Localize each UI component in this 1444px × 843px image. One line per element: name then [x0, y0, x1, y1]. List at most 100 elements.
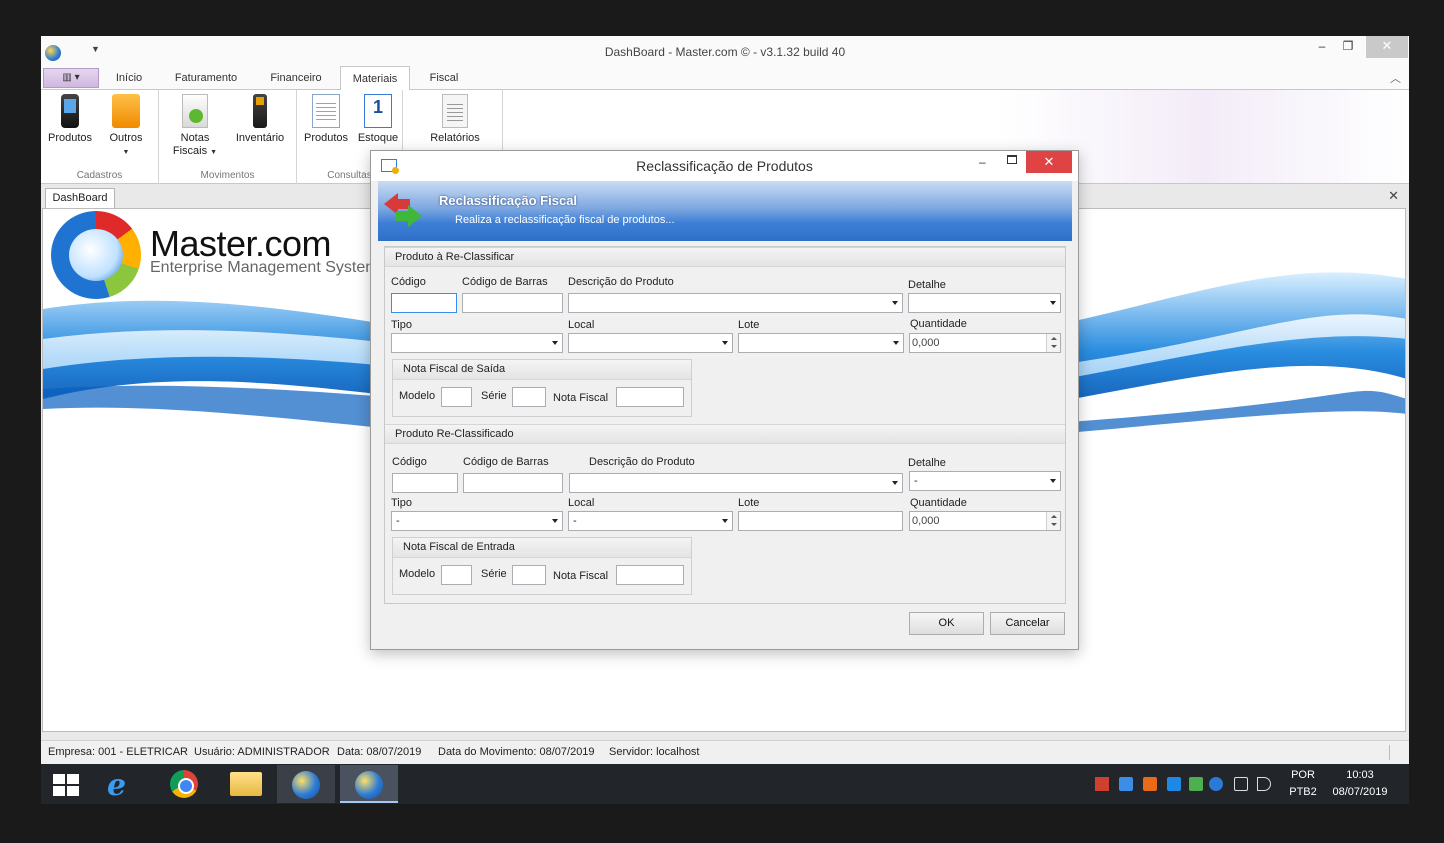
minimize-button[interactable]: – — [1311, 36, 1333, 58]
windows-start-icon[interactable] — [53, 774, 79, 796]
produtos-cadastro-button[interactable]: Produtos — [46, 94, 94, 145]
relatorios-label: Relatórios — [430, 132, 480, 144]
master-logo-icon — [51, 211, 141, 299]
volume-icon[interactable] — [1257, 777, 1271, 791]
nota-fiscal-saida-input[interactable] — [616, 387, 684, 407]
produtos-consulta-button[interactable]: Produtos — [301, 94, 351, 145]
tab-faturamento[interactable]: Faturamento — [165, 66, 247, 90]
spreadsheet-icon — [312, 94, 340, 128]
inventario-button[interactable]: Inventário — [231, 94, 289, 145]
nf-saida-group: Nota Fiscal de Saída Modelo Série Nota F… — [392, 359, 692, 417]
descricao-dropdown-2[interactable] — [569, 473, 903, 493]
chevron-down-icon — [722, 519, 728, 523]
status-bar: Empresa: 001 - ELETRICAR Usuário: ADMINI… — [41, 740, 1409, 764]
codigo-input-2[interactable] — [392, 473, 458, 493]
serie-saida-input[interactable] — [512, 387, 546, 407]
codigo-barras-input[interactable] — [462, 293, 563, 313]
dialog-banner: Reclassificação Fiscal Realiza a reclass… — [378, 181, 1072, 241]
label-nota-fiscal-2: Nota Fiscal — [553, 570, 609, 582]
quantidade-spinner[interactable]: 0,000 — [909, 333, 1061, 353]
collapse-ribbon-icon[interactable]: ︿ — [1390, 70, 1401, 86]
language-code: POR — [1291, 769, 1315, 781]
label-serie-2: Série — [481, 568, 507, 580]
teamviewer-icon[interactable] — [1167, 777, 1181, 791]
dialog-minimize-button[interactable]: – — [979, 155, 986, 169]
cadastros-group-label: Cadastros — [76, 170, 123, 181]
local-value-2: - — [573, 515, 577, 527]
clock[interactable]: 10:03 08/07/2019 — [1325, 767, 1395, 801]
quantidade-spinner-2[interactable]: 0,000 — [909, 511, 1061, 531]
network-monitor-icon[interactable] — [1119, 777, 1133, 791]
estoque-button[interactable]: Estoque — [355, 94, 401, 145]
relatorios-button[interactable]: Relatórios — [425, 94, 485, 145]
network-icon[interactable] — [1234, 777, 1248, 791]
status-empresa: Empresa: 001 - ELETRICAR — [48, 746, 188, 758]
tab-financeiro[interactable]: Financeiro — [259, 66, 333, 90]
codigo-barras-input-2[interactable] — [463, 473, 563, 493]
local-dropdown[interactable] — [568, 333, 733, 353]
inventario-label: Inventário — [235, 132, 285, 144]
dialog-title-bar: Reclassificação de Produtos – ✕ — [371, 151, 1078, 181]
modelo-saida-input[interactable] — [441, 387, 472, 407]
tipo-dropdown[interactable] — [391, 333, 563, 353]
label-lote: Lote — [738, 319, 760, 331]
close-document-icon[interactable]: ✕ — [1388, 188, 1399, 204]
modelo-entrada-input[interactable] — [441, 565, 472, 585]
label-codigo: Código — [391, 276, 426, 288]
close-button[interactable]: ✕ — [1366, 36, 1408, 58]
nf-entrada-title: Nota Fiscal de Entrada — [393, 538, 691, 558]
speaker-alert-icon[interactable] — [1095, 777, 1109, 791]
chevron-down-icon — [552, 341, 558, 345]
lote-dropdown[interactable] — [738, 333, 904, 353]
descricao-dropdown[interactable] — [568, 293, 903, 313]
internet-explorer-icon[interactable]: e — [107, 768, 126, 803]
outros-button[interactable]: Outros ▼ — [103, 94, 149, 159]
chevron-down-icon — [892, 481, 898, 485]
ok-button[interactable]: OK — [909, 612, 984, 635]
maximize-button[interactable]: ❐ — [1337, 36, 1359, 58]
produtos-consulta-label: Produtos — [303, 132, 349, 144]
filezilla-icon[interactable] — [1143, 777, 1157, 791]
banner-title: Reclassificação Fiscal — [439, 193, 578, 208]
language-indicator[interactable]: POR PTB2 — [1281, 767, 1325, 801]
spinner-arrows-icon[interactable] — [1046, 512, 1060, 530]
label-codigo-barras: Código de Barras — [462, 276, 548, 288]
lote-input-2[interactable] — [738, 511, 903, 531]
tipo-value-2: - — [396, 515, 400, 527]
dialog-close-button[interactable]: ✕ — [1026, 151, 1072, 173]
clock-time: 10:03 — [1346, 769, 1374, 781]
label-lote-2: Lote — [738, 497, 760, 509]
detalhe-dropdown-2[interactable]: - — [909, 471, 1061, 491]
status-usuario: Usuário: ADMINISTRADOR — [194, 746, 330, 758]
display-icon[interactable] — [1189, 777, 1203, 791]
cancel-button[interactable]: Cancelar — [990, 612, 1065, 635]
detalhe-dropdown[interactable] — [908, 293, 1061, 313]
tab-materiais[interactable]: Materiais — [340, 66, 410, 91]
ribbon-tab-bar: ▥ ▾ Início Faturamento Financeiro Materi… — [41, 66, 1409, 91]
nota-fiscal-entrada-input[interactable] — [616, 565, 684, 585]
serie-entrada-input[interactable] — [512, 565, 546, 585]
nf-entrada-group: Nota Fiscal de Entrada Modelo Série Nota… — [392, 537, 692, 595]
mobile-device-icon — [61, 94, 79, 128]
taskbar-app-1[interactable] — [277, 765, 335, 803]
taskbar: e POR PTB2 10:03 08/07/2019 — [41, 764, 1409, 804]
codigo-input[interactable] — [391, 293, 457, 313]
tipo-dropdown-2[interactable]: - — [391, 511, 563, 531]
label-detalhe: Detalhe — [908, 279, 946, 291]
taskbar-app-2[interactable] — [340, 765, 398, 803]
quantidade-value: 0,000 — [912, 337, 940, 349]
tab-fiscal[interactable]: Fiscal — [419, 66, 469, 90]
dialog-maximize-button[interactable] — [1007, 155, 1017, 164]
spinner-arrows-icon[interactable] — [1046, 334, 1060, 352]
file-explorer-icon[interactable] — [230, 772, 262, 796]
app-menu-button[interactable]: ▥ ▾ — [43, 68, 99, 88]
ribbon-group-cadastros: Produtos Outros ▼ Cadastros — [41, 90, 159, 184]
tab-dashboard[interactable]: DashBoard — [45, 188, 115, 208]
notas-fiscais-button[interactable]: Notas Fiscais ▼ — [171, 94, 219, 159]
chrome-icon[interactable] — [170, 770, 198, 798]
tab-inicio[interactable]: Início — [105, 66, 153, 90]
quantidade-value-2: 0,000 — [912, 515, 940, 527]
master-app-icon — [355, 771, 383, 799]
master-tray-icon[interactable] — [1209, 777, 1223, 791]
local-dropdown-2[interactable]: - — [568, 511, 733, 531]
